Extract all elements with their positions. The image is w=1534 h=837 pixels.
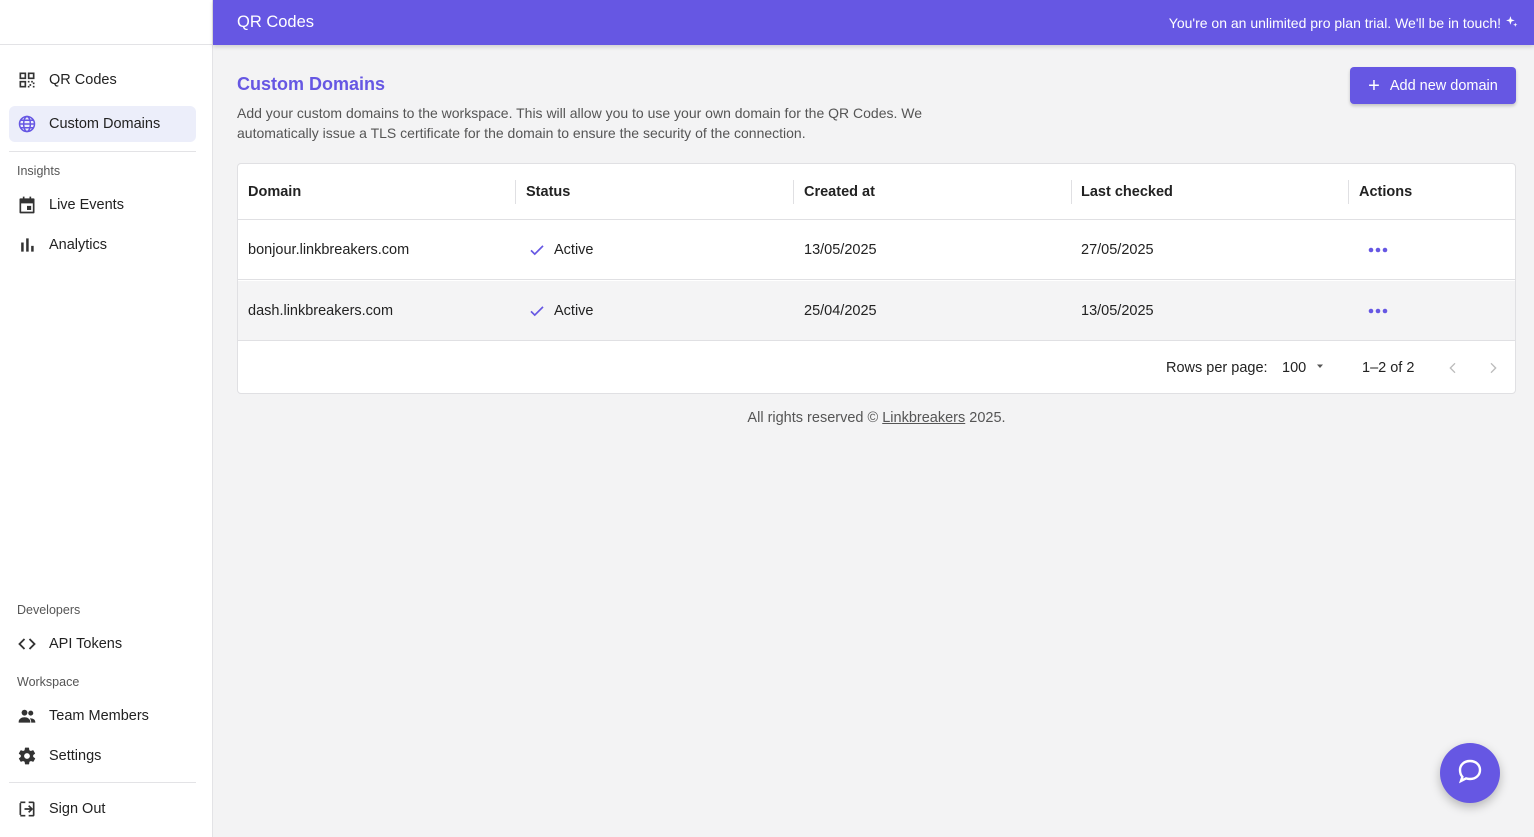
sidebar-item-label: QR Codes [49, 72, 117, 88]
column-header-created-at[interactable]: Created at [794, 164, 1071, 220]
section-label-insights: Insights [17, 164, 61, 178]
rows-per-page-label: Rows per page: [1166, 360, 1268, 376]
table-row[interactable]: bonjour.linkbreakers.com Active 13/05/20… [238, 220, 1515, 280]
table-header: Domain Status Created at Last checked Ac… [238, 164, 1515, 220]
sidebar-logo-area [0, 0, 212, 45]
column-header-domain[interactable]: Domain [238, 164, 515, 220]
sidebar-item-label: Custom Domains [49, 116, 161, 132]
cell-last-checked: 27/05/2025 [1081, 242, 1154, 258]
calendar-icon [17, 195, 37, 215]
top-bar: QR Codes You're on an unlimited pro plan… [213, 0, 1534, 45]
sidebar-item-label: API Tokens [49, 636, 123, 652]
next-page-button[interactable] [1477, 352, 1509, 384]
section-label-developers: Developers [17, 603, 81, 617]
sign-out-icon [17, 799, 37, 819]
page-title: Custom Domains [237, 74, 386, 94]
cell-domain: dash.linkbreakers.com [248, 303, 394, 319]
pagination-range: 1–2 of 2 [1362, 360, 1415, 376]
column-header-last-checked[interactable]: Last checked [1071, 164, 1348, 220]
cell-status: Active [528, 281, 594, 341]
chat-bubble-icon [1456, 757, 1484, 790]
bar-chart-icon [17, 235, 37, 255]
sparkle-icon [1505, 15, 1518, 31]
cell-actions [1360, 281, 1396, 341]
sidebar-item-live-events[interactable]: Live Events [9, 187, 196, 223]
plus-icon: + [1368, 74, 1380, 97]
rows-per-page-value: 100 [1282, 360, 1307, 376]
sidebar-item-label: Analytics [49, 237, 108, 253]
copyright-prefix: All rights reserved © [747, 410, 883, 426]
sidebar-item-analytics[interactable]: Analytics [9, 227, 196, 263]
cell-last-checked: 13/05/2025 [1081, 303, 1154, 319]
cell-actions [1360, 220, 1396, 280]
sidebar-divider [9, 782, 196, 783]
column-header-actions: Actions [1359, 184, 1413, 200]
support-chat-button[interactable] [1440, 743, 1500, 803]
add-new-domain-label: Add new domain [1389, 77, 1498, 94]
add-new-domain-button[interactable]: + Add new domain [1350, 67, 1516, 104]
code-icon [17, 634, 37, 654]
trial-message: You're on an unlimited pro plan trial. W… [1168, 14, 1501, 31]
sidebar-item-team-members[interactable]: Team Members [9, 698, 196, 734]
top-bar-title: QR Codes [237, 13, 315, 31]
gear-icon [17, 746, 37, 766]
sidebar-item-label: Sign Out [49, 801, 106, 817]
sidebar-item-settings[interactable]: Settings [9, 738, 196, 774]
globe-icon [17, 114, 37, 134]
cell-created-at: 25/04/2025 [804, 303, 877, 319]
cell-created-at: 13/05/2025 [804, 242, 877, 258]
qr-code-icon [17, 70, 37, 90]
sidebar-item-label: Live Events [49, 197, 124, 213]
page-description: Add your custom domains to the workspace… [237, 105, 923, 141]
sidebar: QR Codes Custom Domains Insights Live Ev… [0, 0, 213, 837]
caret-down-icon [1314, 360, 1326, 376]
cell-status: Active [528, 220, 594, 280]
column-header-status[interactable]: Status [516, 164, 793, 220]
sidebar-item-label: Settings [49, 748, 102, 764]
status-label: Active [554, 242, 594, 258]
copyright-suffix: 2025. [965, 410, 1006, 426]
linkbreakers-link[interactable]: Linkbreakers [882, 410, 965, 426]
sidebar-item-label: Team Members [49, 708, 149, 724]
trial-banner: You're on an unlimited pro plan trial. W… [1169, 15, 1518, 31]
previous-page-button[interactable] [1437, 352, 1469, 384]
sidebar-item-custom-domains[interactable]: Custom Domains [9, 106, 196, 142]
check-icon [528, 302, 546, 320]
more-actions-icon[interactable] [1360, 293, 1396, 329]
more-actions-icon[interactable] [1360, 232, 1396, 268]
sidebar-item-qr-codes[interactable]: QR Codes [9, 62, 196, 98]
people-icon [17, 706, 37, 726]
rows-per-page-select[interactable]: 100 [1282, 341, 1326, 395]
sign-out-button[interactable]: Sign Out [9, 791, 196, 827]
table-row[interactable]: dash.linkbreakers.com Active 25/04/2025 … [238, 281, 1515, 341]
sidebar-divider [9, 151, 196, 152]
cell-domain: bonjour.linkbreakers.com [248, 242, 410, 258]
section-label-workspace: Workspace [17, 675, 80, 689]
check-icon [528, 241, 546, 259]
table-pagination: Rows per page: 100 1–2 of 2 [238, 341, 1515, 395]
sidebar-item-api-tokens[interactable]: API Tokens [9, 626, 196, 662]
domains-table: Domain Status Created at Last checked Ac… [237, 163, 1516, 394]
status-label: Active [554, 303, 594, 319]
copyright-footer: All rights reserved © Linkbreakers 2025. [237, 410, 1516, 426]
